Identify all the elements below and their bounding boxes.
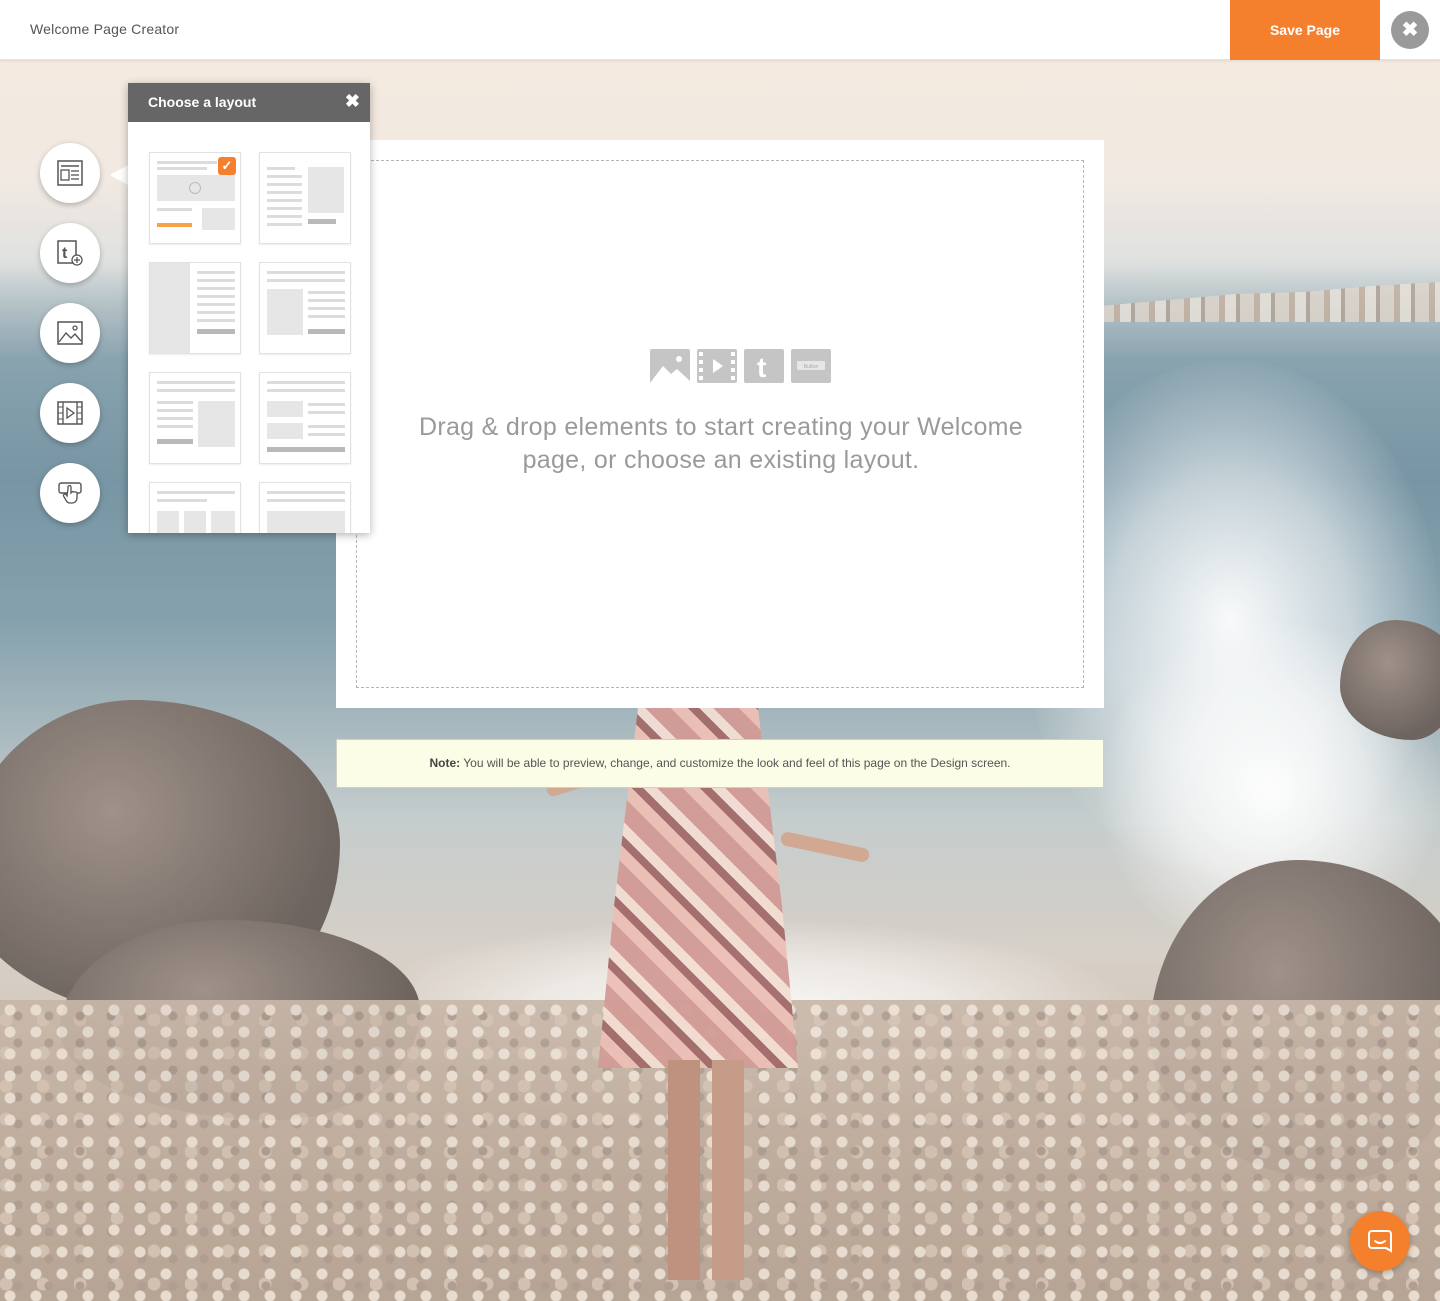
video-icon: [57, 401, 83, 425]
button-icon: Button: [791, 349, 831, 383]
layout-option-8[interactable]: [259, 482, 351, 533]
image-icon: [57, 321, 83, 345]
image-icon: [650, 349, 690, 383]
layout-tool-button[interactable]: [40, 143, 100, 203]
note-text: You will be able to preview, change, and…: [460, 756, 1011, 770]
layout-icon: [57, 160, 83, 186]
layout-option-4[interactable]: [259, 262, 351, 354]
design-note: Note: You will be able to preview, chang…: [336, 739, 1104, 788]
layout-option-6[interactable]: [259, 372, 351, 464]
top-bar: Welcome Page Creator Save Page ✖: [0, 0, 1440, 60]
layout-option-7[interactable]: [149, 482, 241, 533]
close-icon[interactable]: ✖: [1391, 11, 1429, 49]
close-icon[interactable]: ✖: [345, 91, 360, 112]
drop-instructions: Drag & drop elements to start creating y…: [419, 413, 1023, 474]
layout-option-5[interactable]: [149, 372, 241, 464]
layout-option-3[interactable]: [149, 262, 241, 354]
video-tool-button[interactable]: [40, 383, 100, 443]
chat-bubble-icon: [1368, 1230, 1392, 1253]
note-label: Note:: [429, 756, 461, 770]
layout-option-2[interactable]: [259, 152, 351, 244]
layout-option-1[interactable]: ✓: [149, 152, 241, 244]
page-title: Welcome Page Creator: [30, 21, 180, 37]
page-canvas: t Button Drag & drop elements to start c…: [336, 140, 1104, 708]
button-tool-button[interactable]: [40, 463, 100, 523]
svg-text:t: t: [757, 352, 766, 383]
text-add-icon: t: [57, 240, 83, 266]
save-page-button[interactable]: Save Page: [1230, 0, 1380, 60]
selected-check-icon: ✓: [218, 157, 236, 175]
panel-pointer: [110, 165, 128, 185]
text-tool-button[interactable]: t: [40, 223, 100, 283]
choose-layout-panel: Choose a layout ✖ ✓: [128, 83, 370, 533]
text-icon: t: [744, 349, 784, 383]
drop-zone[interactable]: t Button Drag & drop elements to start c…: [356, 160, 1084, 688]
button-hand-icon: [58, 482, 82, 504]
video-icon: [697, 349, 737, 383]
element-icons: t Button: [650, 349, 831, 383]
button-icon-label: Button: [804, 364, 819, 370]
svg-text:t: t: [62, 245, 68, 262]
image-tool-button[interactable]: [40, 303, 100, 363]
layout-panel-title: Choose a layout: [148, 94, 257, 110]
chat-launcher-button[interactable]: [1350, 1211, 1410, 1271]
layout-panel-header: Choose a layout ✖: [128, 83, 370, 122]
